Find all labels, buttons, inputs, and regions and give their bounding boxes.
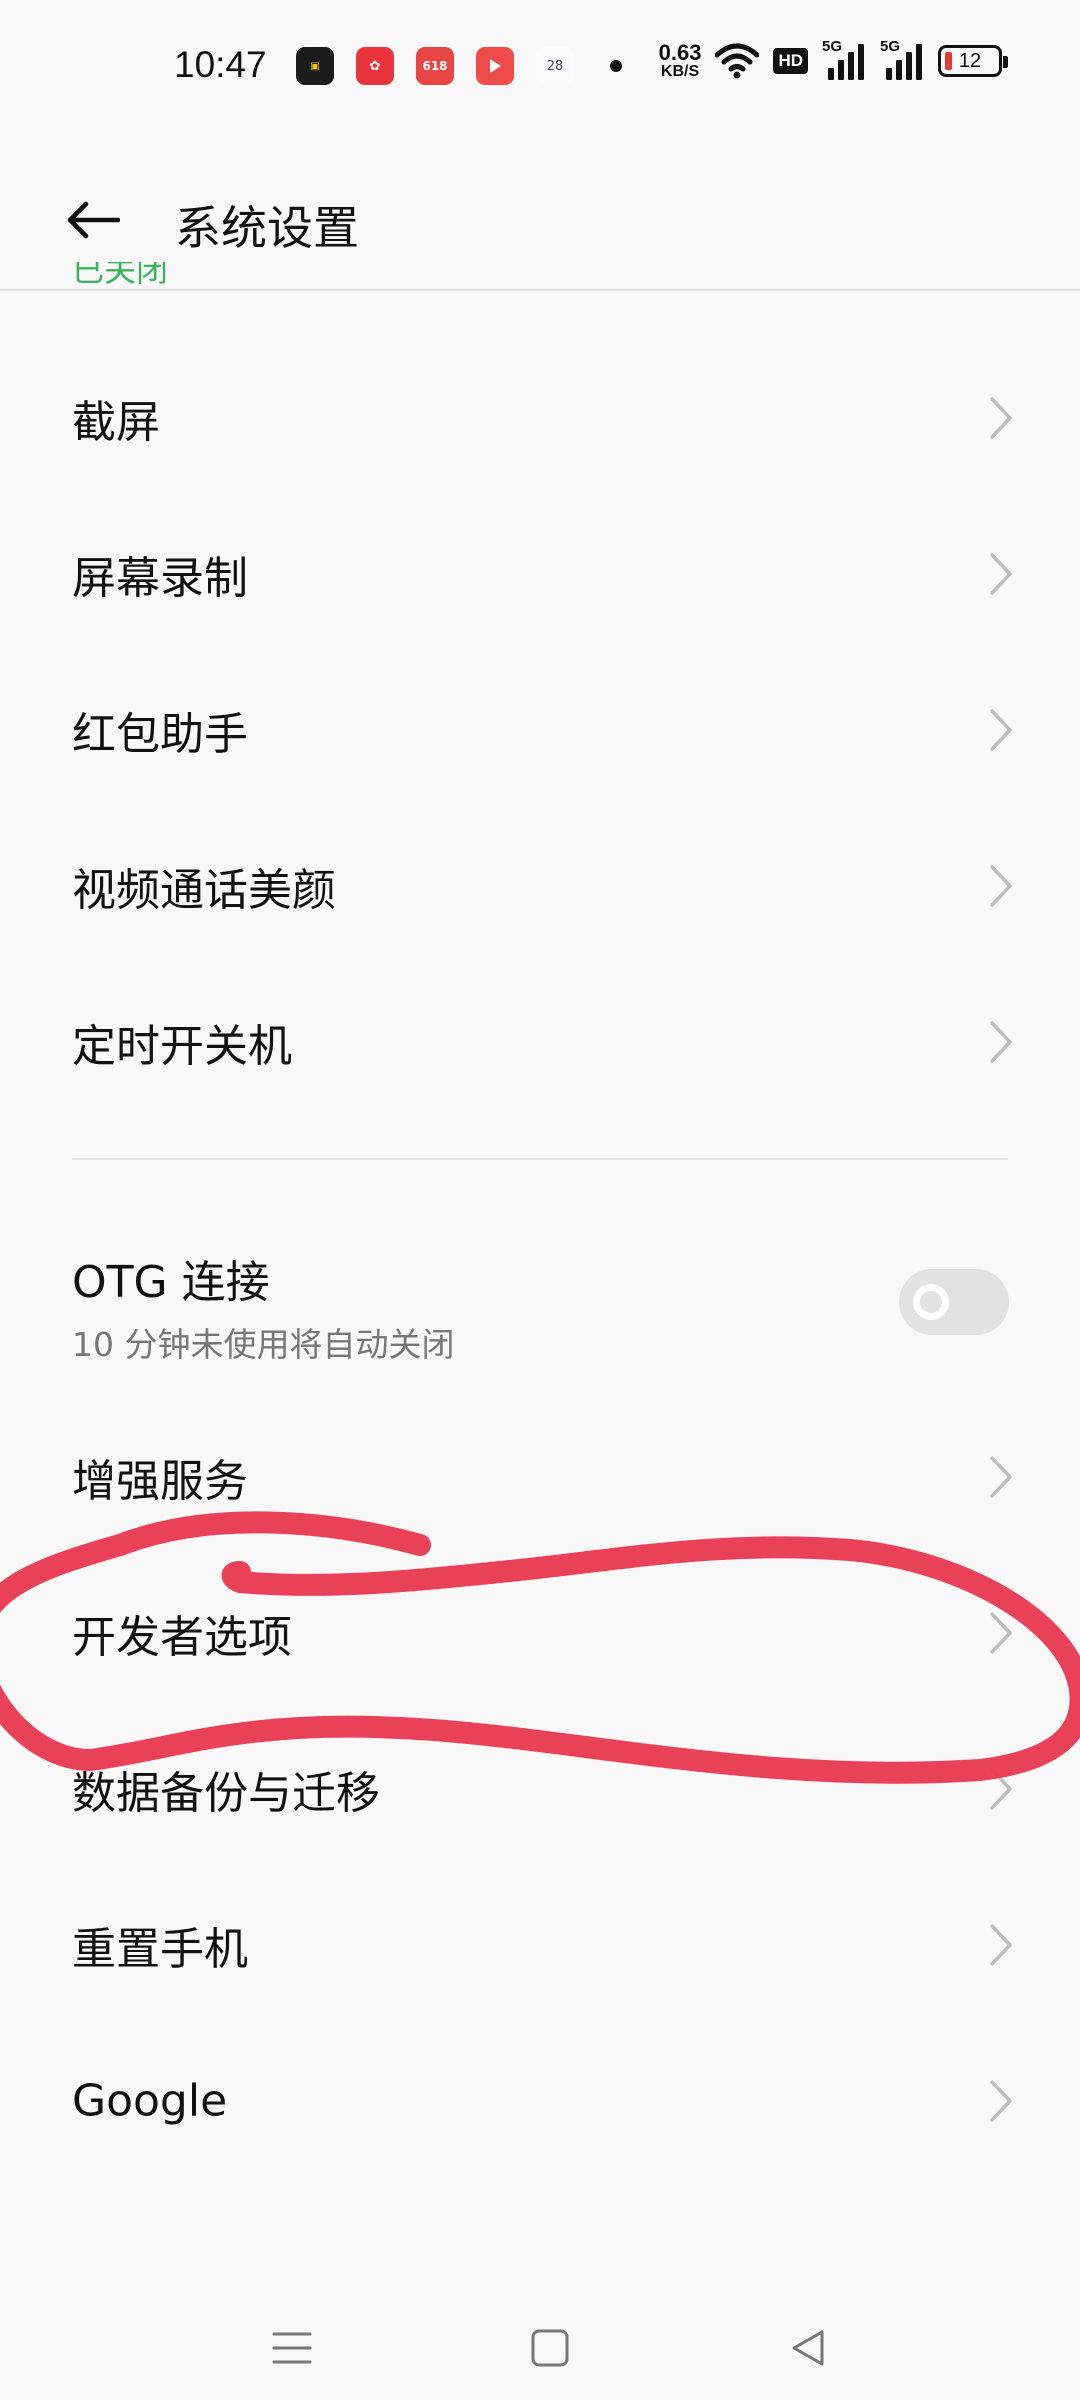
settings-item-developer-options[interactable]: 开发者选项 [0,1555,1080,1711]
settings-item-red-packet-assistant[interactable]: 红包助手 [0,652,1080,808]
settings-item-label: 截屏 [72,397,160,448]
chevron-right-icon [990,1612,1012,1654]
settings-item-label: 重置手机 [72,1924,248,1975]
chevron-right-icon [990,1924,1012,1966]
otg-toggle[interactable] [899,1269,1009,1335]
settings-item-backup-migration[interactable]: 数据备份与迁移 [0,1711,1080,1867]
otg-label: OTG 连接 [72,1257,270,1308]
home-icon [531,2329,569,2367]
battery-icon: 12 [938,45,1008,77]
clipped-status-label: 已关闭 [72,262,169,289]
status-time: 10:47 [174,44,267,85]
play-icon [476,47,514,85]
settings-item-label: 屏幕录制 [72,553,248,604]
settings-item-label: 增强服务 [72,1456,248,1507]
notification-icons: ▣ ✿ 618 28 [296,47,622,85]
otg-subtitle: 10 分钟未使用将自动关闭 [72,1325,455,1364]
chevron-right-icon [990,553,1012,595]
settings-item-otg[interactable]: OTG 连接 10 分钟未使用将自动关闭 [0,1222,1080,1382]
arrow-left-icon [67,201,120,239]
status-bar: 10:47 ▣ ✿ 618 28 0.63 KB/S HD 5G 5G 12 [0,0,1080,130]
settings-item-reset-phone[interactable]: 重置手机 [0,1867,1080,2023]
home-button[interactable] [520,2318,580,2378]
back-button[interactable] [52,180,132,260]
settings-item-enhanced-services[interactable]: 增强服务 [0,1399,1080,1555]
settings-item-label: 视频通话美颜 [72,865,336,916]
signal-label: 5G [880,38,901,55]
recents-button[interactable] [262,2318,322,2378]
network-speed-unit: KB/S [660,63,700,80]
toggle-knob [913,1284,949,1320]
chevron-right-icon [990,1768,1012,1810]
battery-level-fill [945,52,952,70]
calendar-icon: 28 [536,47,574,85]
chevron-right-icon [990,1456,1012,1498]
618-icon: 618 [416,47,454,85]
section-divider [72,1158,1008,1160]
settings-item-label: 定时开关机 [72,1021,292,1072]
signal-icon: 5G [880,38,924,80]
back-triangle-icon [792,2330,824,2366]
calendar-day: 28 [546,58,564,74]
wifi-icon [715,43,760,79]
settings-item-label: 开发者选项 [72,1612,292,1663]
signal-icon: 5G [822,38,866,80]
settings-item-scheduled-power[interactable]: 定时开关机 [0,964,1080,1120]
more-notifications-icon [610,60,622,72]
settings-item-screen-recording[interactable]: 屏幕录制 [0,496,1080,652]
chevron-right-icon [990,709,1012,751]
settings-item-label: 数据备份与迁移 [72,1768,380,1819]
chevron-right-icon [990,1021,1012,1063]
nav-back-button[interactable] [778,2318,838,2378]
app-icon: ✿ [356,47,394,85]
network-speed-value: 0.63 [658,40,702,65]
settings-item-label: 红包助手 [72,709,248,760]
hd-voice-icon: HD [773,48,808,74]
system-icons: 0.63 KB/S HD 5G 5G 12 [659,38,1008,80]
chevron-right-icon [990,2080,1012,2122]
settings-screen: 10:47 ▣ ✿ 618 28 0.63 KB/S HD 5G 5G 12 系… [0,0,1080,2400]
network-speed: 0.63 KB/S [659,42,702,80]
chevron-right-icon [990,397,1012,439]
signal-label: 5G [822,38,843,55]
settings-item-video-call-beauty[interactable]: 视频通话美颜 [0,808,1080,964]
settings-item-google[interactable]: Google [0,2023,1080,2179]
chevron-right-icon [990,865,1012,907]
page-title: 系统设置 [175,201,359,255]
navigation-bar [0,2280,1080,2400]
settings-item-label: Google [72,2075,228,2127]
clipped-status-text: 已关闭 [72,262,168,290]
menu-icon [272,2332,312,2364]
settings-item-screenshot[interactable]: 截屏 [0,340,1080,496]
app-icon: ▣ [296,47,334,85]
battery-level: 12 [958,49,982,72]
